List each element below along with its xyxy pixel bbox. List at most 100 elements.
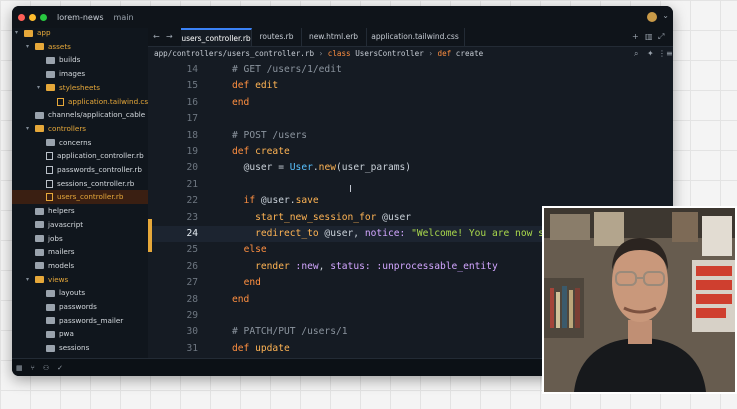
file-tree-item[interactable]: application.tailwind.css [12, 95, 148, 109]
presenter-video-image [544, 208, 735, 392]
code-token: if [243, 195, 256, 207]
line-number: 18 [186, 129, 198, 141]
code-text: start_new_session_for @user [232, 210, 411, 226]
split-pane-icon[interactable]: ▥ [645, 28, 653, 46]
file-tree-item[interactable]: images [12, 67, 148, 81]
code-line[interactable]: 21 [148, 177, 673, 193]
code-line[interactable]: 16 end [148, 95, 673, 111]
file-icon [46, 179, 53, 188]
line-number: 19 [186, 146, 198, 157]
back-arrow-icon[interactable]: ← [153, 28, 160, 46]
file-tree-item[interactable]: pwa [12, 327, 148, 341]
file-tree-item[interactable]: models [12, 259, 148, 273]
code-line[interactable]: 18 # POST /users [148, 128, 673, 144]
file-tree-label: images [59, 69, 86, 79]
code-token: save [295, 195, 319, 207]
expand-icon[interactable]: ⤢ [658, 28, 664, 46]
file-tree-item[interactable]: ▾ app [12, 28, 148, 40]
file-tree-item[interactable]: ▾ stylesheets [12, 81, 148, 95]
project-file-tree: ▾ app ▾ assets builds images ▾ stylesheets appli… [12, 28, 149, 358]
code-token: end [243, 277, 261, 289]
code-line[interactable]: 20 @user = User.new(user_params) [148, 160, 673, 176]
editor-tab[interactable]: users_controller.rb [181, 28, 252, 46]
code-line[interactable]: 19 def create [148, 144, 673, 160]
file-tree-item[interactable]: passwords_controller.rb [12, 163, 148, 177]
file-tree-item[interactable]: helpers [12, 204, 148, 218]
file-tree-item[interactable]: users_controller.rb [12, 190, 148, 205]
file-tree-item[interactable]: application_controller.rb [12, 149, 148, 163]
sparkle-icon[interactable]: ✦ [647, 46, 654, 62]
file-tree-label: mailers [48, 247, 75, 257]
forward-arrow-icon[interactable]: → [166, 28, 173, 46]
user-avatar[interactable] [647, 12, 657, 22]
folder-icon [46, 317, 55, 325]
code-line[interactable]: 17 [148, 111, 673, 127]
file-tree-item[interactable]: sessions [12, 341, 148, 355]
collab-icon[interactable]: ⚇ [43, 364, 49, 372]
folder-icon [46, 344, 55, 352]
editor-tab[interactable]: application.tailwind.css [366, 28, 465, 46]
check-icon[interactable]: ✓ [57, 364, 63, 372]
code-token: end [232, 96, 250, 108]
code-token: create [255, 146, 290, 157]
folder-icon [35, 276, 44, 284]
line-number: 16 [186, 96, 198, 108]
file-tree-item[interactable]: ▾ controllers [12, 122, 148, 136]
chevron-down-icon[interactable]: ▾ [15, 28, 18, 40]
more-options-icon[interactable]: ⋮ [658, 46, 666, 62]
file-tree-item[interactable]: channels/application_cable [12, 108, 148, 122]
file-tree-label: passwords_controller.rb [57, 165, 142, 174]
chevron-down-icon[interactable]: ▾ [37, 81, 40, 95]
file-tree-label: users_controller.rb [57, 192, 124, 202]
new-tab-plus-icon[interactable]: + [632, 28, 639, 46]
folder-icon [46, 303, 55, 311]
folder-icon [46, 70, 55, 78]
code-token: status: [330, 260, 371, 272]
branch-icon[interactable]: ⑂ [31, 364, 35, 372]
editor-tab[interactable]: new.html.erb [301, 28, 367, 46]
code-token: def [232, 146, 250, 157]
chevron-down-icon[interactable]: ▾ [26, 273, 29, 287]
title-bar: lorem-news main ⌄ [12, 6, 673, 28]
code-token: else [243, 244, 267, 256]
code-line[interactable]: 14 # GET /users/1/edit [148, 62, 673, 78]
line-number: 23 [186, 211, 198, 223]
code-text: render :new, status: :unprocessable_enti… [232, 259, 498, 275]
close-window-icon[interactable] [18, 13, 25, 21]
file-tree-item[interactable]: jobs [12, 232, 148, 246]
code-token: @user. [255, 195, 296, 207]
search-icon[interactable]: ⌕ [634, 46, 638, 62]
file-tree-item[interactable]: mailers [12, 245, 148, 259]
chevron-down-icon[interactable]: ▾ [26, 122, 29, 136]
file-tree-item[interactable]: layouts [12, 286, 148, 300]
project-name[interactable]: lorem-news [57, 13, 104, 22]
folder-icon [24, 29, 33, 37]
chevron-down-icon[interactable]: ⌄ [662, 11, 669, 20]
outline-panel-icon[interactable]: ≡ [666, 46, 673, 62]
panel-toggle-icon[interactable]: ▦ [16, 364, 23, 372]
branch-name[interactable]: main [114, 13, 134, 22]
folder-icon [46, 139, 55, 147]
code-token: def [232, 342, 250, 354]
breadcrumb-path[interactable]: app/controllers/users_controller.rb [154, 49, 314, 58]
editor-tab[interactable]: routes.rb [252, 28, 302, 46]
breadcrumb-separator: › [428, 49, 433, 58]
file-tree-item[interactable]: passwords_mailer [12, 314, 148, 328]
zoom-window-icon[interactable] [40, 13, 47, 21]
breadcrumb-class[interactable]: UsersController [355, 49, 424, 58]
code-line[interactable]: 15 def edit [148, 78, 673, 94]
line-number: 27 [186, 277, 198, 289]
file-tree-item[interactable]: javascript [12, 218, 148, 232]
breadcrumb-method[interactable]: create [456, 49, 483, 58]
code-token: render [255, 260, 290, 272]
file-tree-item[interactable]: sessions_controller.rb [12, 177, 148, 191]
file-tree-item[interactable]: passwords [12, 300, 148, 314]
file-tree-item[interactable]: ▾ assets [12, 40, 148, 54]
file-tree-item[interactable]: builds [12, 53, 148, 67]
file-tree-item[interactable]: ▾ views [12, 273, 148, 287]
folder-icon [35, 235, 44, 242]
editor-tab-bar: ← → users_controller.rb routes.rb new.html… [148, 28, 673, 47]
file-tree-item[interactable]: concerns [12, 136, 148, 150]
minimize-window-icon[interactable] [29, 13, 36, 21]
chevron-down-icon[interactable]: ▾ [26, 40, 29, 54]
